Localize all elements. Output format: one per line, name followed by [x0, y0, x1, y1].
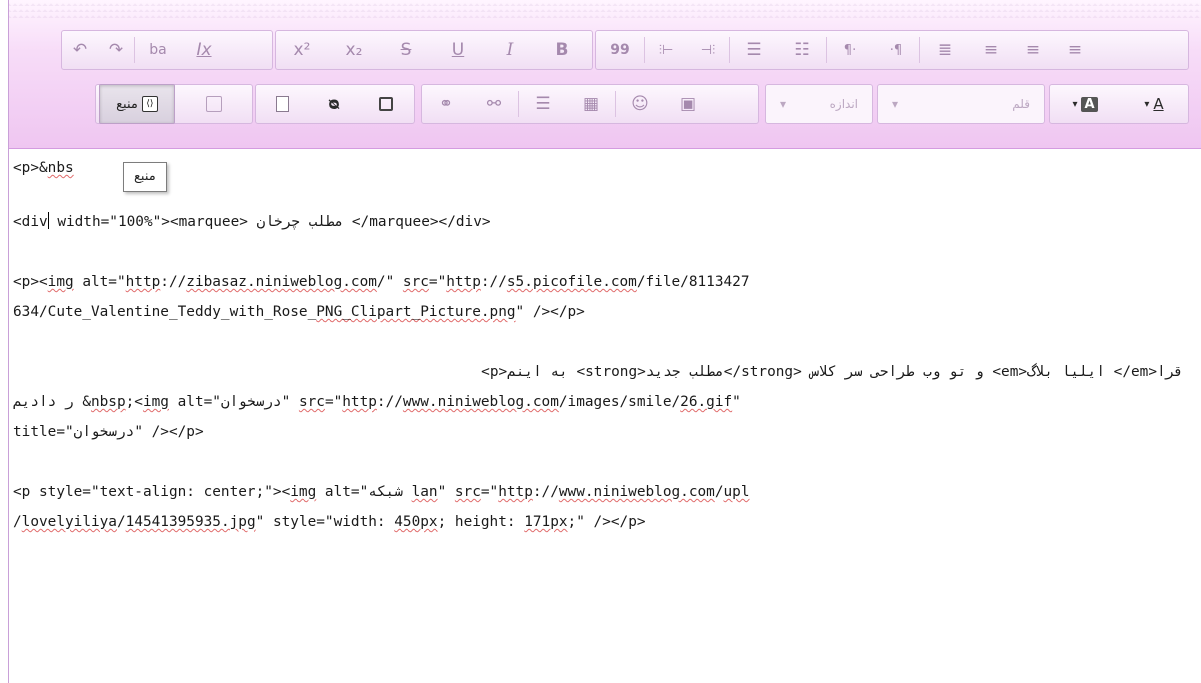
align-right-icon: ≡	[983, 40, 999, 60]
bulleted-list-icon: ☰	[746, 40, 762, 60]
remove-format-button[interactable]: Ix	[181, 31, 227, 69]
underline-button[interactable]: U	[432, 31, 484, 69]
smiley-button[interactable]: ☺	[616, 85, 664, 123]
italic-icon: I	[506, 40, 514, 60]
align-center-icon: ≡	[1025, 40, 1041, 60]
insert-group: ⚭ ⚯ ☰ ▦ ☺ ▣	[421, 84, 759, 124]
align-left-button[interactable]: ≡	[1054, 31, 1096, 69]
horizontal-rule-button[interactable]: ☰	[519, 85, 567, 123]
bold-button[interactable]: B	[536, 31, 588, 69]
new-page-button[interactable]	[256, 85, 308, 123]
rich-text-editor: ↶ ↷ ba Ix x² x₂ S U I B 99 ⫶⊢ ⊣⫶ ☰ ☷ ¶· …	[8, 0, 1201, 683]
history-format-group: ↶ ↷ ba Ix	[61, 30, 273, 70]
size-dropdown[interactable]: ▾ اندازه	[765, 84, 873, 124]
table-icon: ▦	[582, 94, 600, 114]
outdent-icon: ⊣⫶	[700, 42, 716, 58]
code-line: <div width="100%"><marquee> مطلب چرخان <…	[13, 212, 491, 230]
text-color-icon: A	[1153, 95, 1164, 113]
image-button[interactable]: ▣	[664, 85, 712, 123]
strikethrough-icon: S	[400, 40, 412, 60]
source-icon: ⟨⟩	[141, 96, 158, 112]
indent-button[interactable]: ⫶⊢	[645, 31, 687, 69]
paragraph-group: 99 ⫶⊢ ⊣⫶ ☰ ☷ ¶· ·¶ ≣ ≡ ≡ ≡	[595, 30, 1189, 70]
background-color-icon: A	[1081, 96, 1098, 112]
blockquote-button[interactable]: 99	[596, 31, 644, 69]
italic-button[interactable]: I	[484, 31, 536, 69]
align-center-button[interactable]: ≡	[1012, 31, 1054, 69]
color-group: ▾ A ▾ A	[1049, 84, 1189, 124]
unlink-button[interactable]: ⚭	[422, 85, 470, 123]
underline-icon: U	[451, 40, 465, 60]
image-icon: ▣	[679, 94, 697, 114]
code-line: /lovelyiliya/14541395935.jpg" style="wid…	[13, 514, 646, 530]
source-label: منبع	[116, 96, 138, 112]
code-line: <p>&nbs>	[13, 160, 136, 176]
align-right-button[interactable]: ≡	[970, 31, 1012, 69]
superscript-icon: x²	[293, 40, 311, 60]
unlink-icon: ⚭	[438, 94, 454, 114]
editor-toolbar: ↶ ↷ ba Ix x² x₂ S U I B 99 ⫶⊢ ⊣⫶ ☰ ☷ ¶· …	[9, 0, 1201, 149]
preview-icon: ᴓ	[328, 94, 340, 114]
ltr-icon: ¶·	[843, 42, 857, 58]
redo-icon: ↷	[108, 40, 124, 60]
numbered-list-icon: ☷	[794, 40, 810, 60]
table-button[interactable]: ▦	[567, 85, 615, 123]
source-button[interactable]: منبع ⟨⟩	[99, 84, 175, 124]
bulleted-list-button[interactable]: ☰	[730, 31, 778, 69]
save-icon	[379, 97, 393, 111]
align-left-icon: ≡	[1067, 40, 1083, 60]
subscript-button[interactable]: x₂	[328, 31, 380, 69]
preview-button[interactable]: ᴓ	[308, 85, 360, 123]
remove-format-icon: Ix	[196, 40, 212, 60]
chevron-down-icon: ▾	[1144, 98, 1150, 110]
code-line: ر دادیم &nbsp;<img alt="درسخوان" src="ht…	[13, 394, 741, 410]
chevron-down-icon: ▾	[892, 97, 899, 111]
rtl-button[interactable]: ·¶	[873, 31, 919, 69]
size-label: اندازه	[829, 97, 858, 111]
replace-icon: ba	[149, 42, 167, 58]
outdent-button[interactable]: ⊣⫶	[687, 31, 729, 69]
smiley-icon: ☺	[631, 94, 649, 114]
text-style-group: x² x₂ S U I B	[275, 30, 593, 70]
font-dropdown[interactable]: ▾ قلم	[877, 84, 1045, 124]
code-line: <p><img alt="http://zibasaz.niniweblog.c…	[13, 274, 750, 290]
link-icon: ⚯	[486, 94, 502, 114]
justify-icon: ≣	[937, 40, 953, 60]
text-color-button[interactable]: ▾ A	[1120, 85, 1188, 123]
strikethrough-button[interactable]: S	[380, 31, 432, 69]
save-button[interactable]	[360, 85, 412, 123]
font-label: قلم	[1012, 97, 1030, 111]
background-color-button[interactable]: ▾ A	[1050, 85, 1120, 123]
undo-icon: ↶	[72, 40, 88, 60]
code-line: <p>به اینم <strong>مطلب جدید</strong> و …	[481, 364, 1183, 380]
blockquote-icon: 99	[610, 42, 630, 58]
horizontal-rule-icon: ☰	[535, 94, 551, 114]
maximize-button[interactable]	[176, 85, 252, 123]
source-code-area[interactable]: <p>&nbs> <div width="100%"><marquee> مطل…	[13, 150, 1198, 530]
maximize-icon	[206, 96, 222, 112]
document-group: ᴓ	[255, 84, 415, 124]
replace-button[interactable]: ba	[135, 31, 181, 69]
numbered-list-button[interactable]: ☷	[778, 31, 826, 69]
chevron-down-icon: ▾	[780, 97, 787, 111]
justify-button[interactable]: ≣	[920, 31, 970, 69]
ltr-button[interactable]: ¶·	[827, 31, 873, 69]
code-line: <p style="text-align: center;"><img alt=…	[13, 484, 750, 500]
undo-button[interactable]: ↶	[62, 31, 98, 69]
indent-icon: ⫶⊢	[658, 42, 674, 58]
subscript-icon: x₂	[345, 40, 363, 60]
rtl-icon: ·¶	[889, 42, 903, 58]
source-tooltip: منبع	[123, 162, 167, 192]
link-button[interactable]: ⚯	[470, 85, 518, 123]
code-line: 634/Cute_Valentine_Teddy_with_Rose_PNG_C…	[13, 304, 585, 320]
code-line: title="درسخوان" /></p>	[13, 424, 204, 440]
superscript-button[interactable]: x²	[276, 31, 328, 69]
bold-icon: B	[555, 40, 569, 60]
redo-button[interactable]: ↷	[98, 31, 134, 69]
chevron-down-icon: ▾	[1072, 98, 1078, 110]
new-page-icon	[275, 96, 289, 112]
